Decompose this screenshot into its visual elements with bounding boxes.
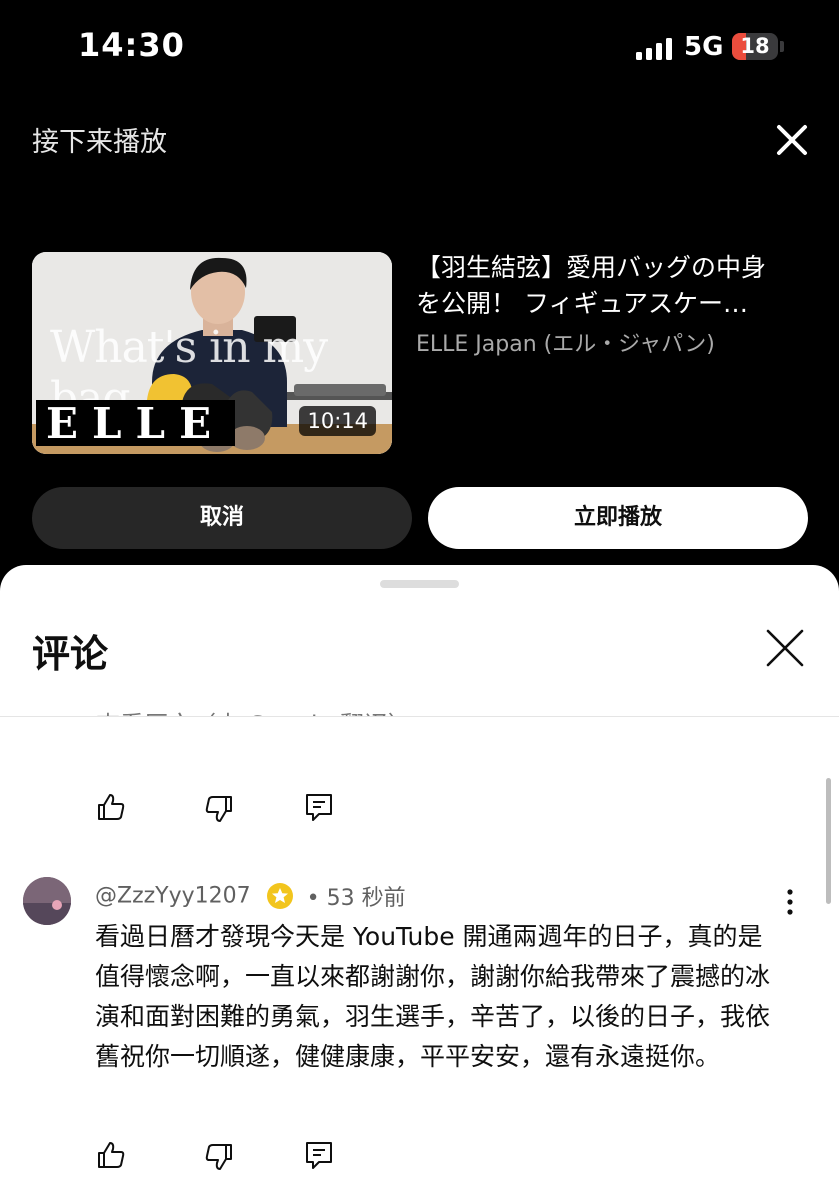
cancel-button[interactable]: 取消 xyxy=(32,487,412,549)
up-next-title: 接下来播放 xyxy=(32,127,167,158)
comments-title: 评论 xyxy=(32,632,109,676)
avatar[interactable] xyxy=(23,877,71,925)
comment-author[interactable]: @ZzzYyy1207 • 53 秒前 xyxy=(95,880,406,912)
elle-logo: ELLE xyxy=(36,400,236,448)
video-title[interactable]: 【羽生結弦】愛用バッグの中身 を公開！ フィギュアスケー… xyxy=(416,250,796,322)
comments-sheet: 评论 查看原文（由 Google 翻译） @ZzzYyy1207 • 53 秒前 xyxy=(0,565,839,1200)
scrollbar[interactable] xyxy=(826,778,831,904)
video-title-line-1: 【羽生結弦】愛用バッグの中身 xyxy=(416,253,767,282)
video-duration: 10:14 xyxy=(299,406,376,436)
more-options-icon[interactable] xyxy=(780,887,800,917)
comment-time: • 53 秒前 xyxy=(306,886,406,911)
signal-icon xyxy=(636,36,676,60)
play-now-button[interactable]: 立即播放 xyxy=(428,487,808,549)
battery-cap xyxy=(780,41,784,52)
scroll-mask xyxy=(0,717,839,747)
dislike-icon[interactable] xyxy=(203,793,235,825)
video-title-line-2: を公開！ フィギュアスケー… xyxy=(416,289,748,318)
header-divider xyxy=(0,716,839,717)
video-thumbnail[interactable]: What's in my bag ELLE 10:14 xyxy=(32,252,392,454)
star-badge-icon xyxy=(266,883,293,909)
battery-level: 18 xyxy=(740,34,770,58)
status-bar: 14:30 5G 18 xyxy=(0,0,839,96)
status-time: 14:30 xyxy=(78,26,185,64)
battery-icon: 18 xyxy=(732,33,778,60)
author-handle: @ZzzYyy1207 xyxy=(95,883,251,909)
network-type: 5G xyxy=(684,32,724,62)
reply-icon[interactable] xyxy=(303,791,335,823)
close-icon[interactable] xyxy=(771,119,813,161)
drag-handle[interactable] xyxy=(380,580,459,588)
comment-text: 看過日曆才發現今天是 YouTube 開通兩週年的日子，真的是值得懷念啊，一直以… xyxy=(95,922,771,1071)
channel-name[interactable]: ELLE Japan (エル・ジャパン) xyxy=(416,326,816,358)
like-icon[interactable] xyxy=(95,1139,127,1171)
dislike-icon[interactable] xyxy=(203,1141,235,1173)
reply-icon[interactable] xyxy=(303,1139,335,1171)
close-icon[interactable] xyxy=(765,628,805,668)
like-icon[interactable] xyxy=(95,791,127,823)
